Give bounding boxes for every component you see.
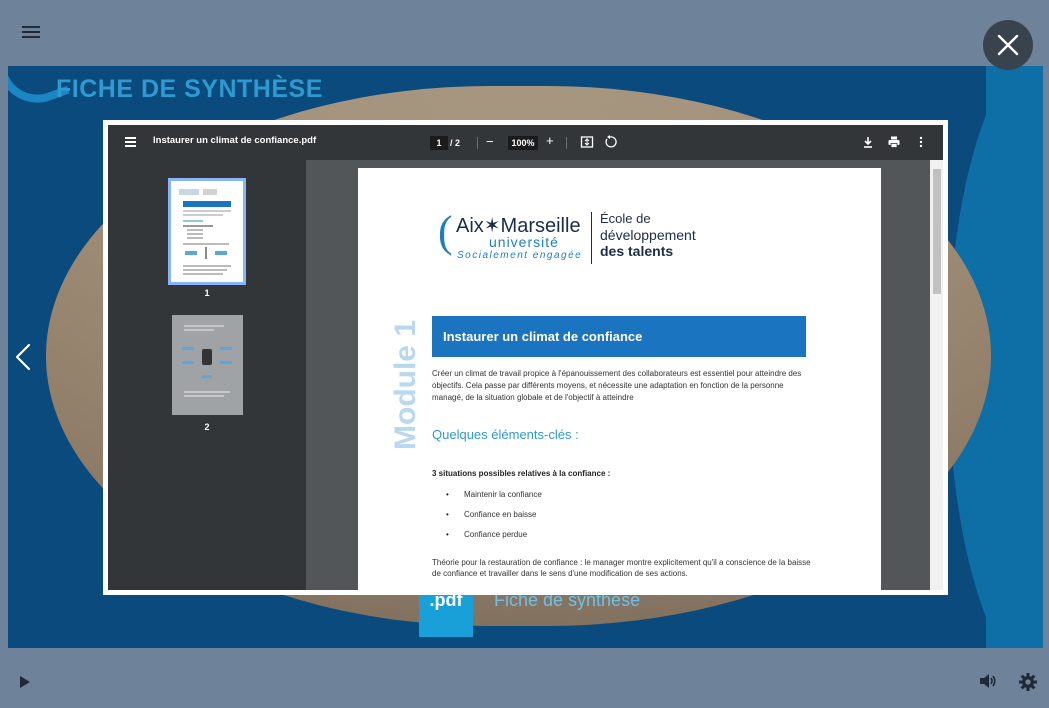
volume-icon xyxy=(980,674,996,688)
slide-title: FICHE DE SYNTHÈSE xyxy=(56,75,323,103)
page-total: / 2 xyxy=(450,138,461,148)
scroll-thumb[interactable] xyxy=(933,169,941,294)
chevron-left-icon xyxy=(15,343,31,371)
close-icon xyxy=(997,34,1019,56)
more-options-icon[interactable] xyxy=(914,135,928,149)
page-number-input[interactable]: 1 xyxy=(430,136,448,150)
logo-divider xyxy=(591,212,592,264)
toolbar-divider xyxy=(477,137,478,149)
zoom-input[interactable]: 100% xyxy=(508,136,538,150)
zoom-out-button[interactable]: − xyxy=(486,134,494,149)
close-button[interactable] xyxy=(983,20,1033,70)
thumbnail-preview xyxy=(179,189,231,275)
intro-paragraph: Créer un climat de travail propice à l'é… xyxy=(432,369,802,402)
section-heading: Quelques éléments-clés : xyxy=(432,427,579,442)
pdf-filename: Instaurer un climat de confiance.pdf xyxy=(153,135,317,146)
page-thumbnail-1[interactable] xyxy=(168,178,246,285)
logo-university-word: université xyxy=(489,234,559,250)
page-thumbnail-2[interactable] xyxy=(172,315,243,415)
download-icon[interactable] xyxy=(861,135,875,149)
gear-icon xyxy=(1019,673,1037,691)
pdf-page: ( Aix✶Marseille université Socialement e… xyxy=(358,168,881,590)
list-item: Confiance perdue xyxy=(446,529,542,549)
previous-slide-button[interactable] xyxy=(8,340,38,374)
school-line-1: École de xyxy=(600,211,651,226)
rotate-icon[interactable] xyxy=(603,135,617,149)
pdf-scrollbar[interactable] xyxy=(930,160,943,590)
situations-heading: 3 situations possibles relatives à la co… xyxy=(432,469,611,478)
logo-bracket: ( xyxy=(438,207,453,256)
module-label: Module 1 xyxy=(389,319,422,450)
play-button[interactable] xyxy=(18,674,32,695)
school-line-3: des talents xyxy=(600,243,674,259)
list-item: Maintenir la confiance xyxy=(446,489,542,509)
fit-page-icon[interactable] xyxy=(580,135,594,149)
thumbnail-label-2: 2 xyxy=(204,422,210,432)
decorative-band xyxy=(986,66,1043,648)
thumbnail-preview xyxy=(182,325,232,397)
player-topbar xyxy=(0,0,1049,66)
volume-button[interactable] xyxy=(979,673,997,694)
hamburger-icon[interactable] xyxy=(22,26,40,38)
print-icon[interactable] xyxy=(887,135,901,149)
pdf-viewer: Instaurer un climat de confiance.pdf 1 /… xyxy=(103,120,948,595)
situations-list: Maintenir la confiance Confiance en bais… xyxy=(446,489,542,549)
thumbnail-label-1: 1 xyxy=(204,288,210,298)
play-icon xyxy=(20,676,30,688)
thumbnail-sidebar: 1 2 xyxy=(108,160,306,590)
toolbar-divider xyxy=(566,137,567,149)
settings-button[interactable] xyxy=(1018,672,1038,697)
player-controls xyxy=(0,648,1049,708)
zoom-in-button[interactable]: + xyxy=(546,133,554,148)
school-line-2: développement xyxy=(600,227,696,243)
document-title-banner: Instaurer un climat de confiance xyxy=(432,316,806,357)
theory-paragraph: Théorie pour la restauration de confianc… xyxy=(432,558,811,578)
list-item: Confiance en baisse xyxy=(446,509,542,529)
menu-icon[interactable] xyxy=(125,137,136,147)
logo-tagline: Socialement engagée xyxy=(457,250,583,261)
pdf-toolbar: Instaurer un climat de confiance.pdf 1 /… xyxy=(108,125,943,160)
